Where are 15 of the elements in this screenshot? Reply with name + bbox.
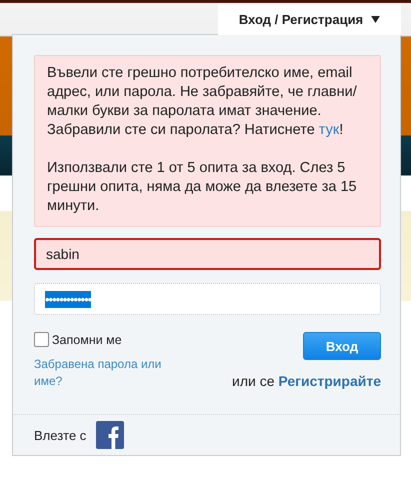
caret-icon <box>371 16 380 22</box>
or-text: или се <box>232 373 274 389</box>
error-message: Въвели сте грешно потребителско име, email адрес, или парола. Не забравяйте, че главни/малки букви за паролата имат значение. Забравили сте си паролата? Натиснете тук! <box>47 64 358 140</box>
menu-tab[interactable]: Вход / Регистрация <box>218 3 401 35</box>
password-field[interactable]: ••••••••••••• <box>34 283 381 315</box>
login-button[interactable]: Вход <box>303 332 381 360</box>
register-link[interactable]: Регистрирайте <box>278 373 381 389</box>
here-link[interactable]: тук <box>318 122 340 138</box>
attempts-message: Използвали сте 1 от 5 опита за вход. Слез 5 грешни опита, няма да може да влезете за 15 минути. <box>47 159 358 216</box>
remember-label: Запомни ме <box>52 332 122 346</box>
checkbox[interactable] <box>34 332 49 347</box>
forgot-password-link[interactable]: Забравена парола или име? <box>34 356 184 390</box>
facebook-icon[interactable] <box>96 421 124 449</box>
username-field[interactable]: sabin <box>34 238 381 270</box>
login-with-label: Влезте с <box>34 428 86 442</box>
